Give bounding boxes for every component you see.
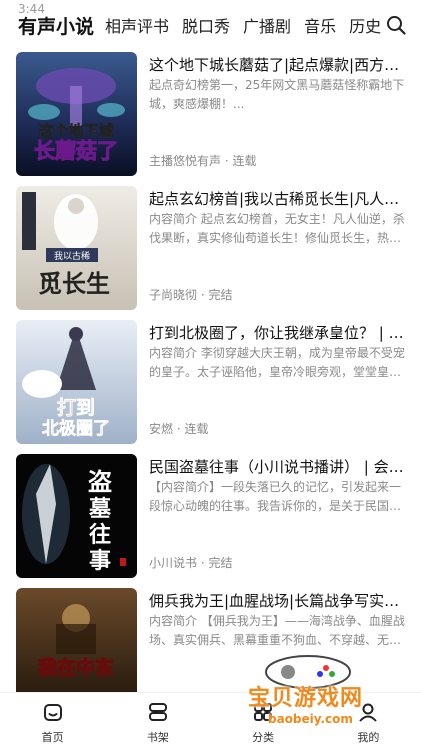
tab-crosstalk[interactable]: 相声评书 (105, 13, 169, 37)
tab-talk-show[interactable]: 脱口秀 (182, 13, 230, 37)
list-item[interactable]: 我以古稀 觅长生 起点玄幻榜首|我以古稀觅长生|凡人仙逆... 内容简介 起点玄… (16, 186, 409, 310)
book-meta: 主播悠悦有声 · 连载 (149, 154, 257, 168)
svg-text:长蘑菇了: 长蘑菇了 (34, 139, 118, 163)
svg-text:墓: 墓 (88, 496, 112, 522)
bottom-nav-label: 首页 (41, 731, 64, 744)
book-meta: 子尚晓彻 · 完结 (149, 288, 233, 302)
book-description: 【内容简介】一段失落已久的记忆，引发起来一段惊心动魄的往事。我告诉你的，是关于民… (149, 480, 402, 513)
book-description: 内容简介 李彻穿越大庆王朝，成为皇帝最不受宠的皇子。太子诬陷他，皇帝冷眼旁观，堂… (149, 346, 405, 379)
svg-text:这个地下城: 这个地下城 (38, 122, 113, 140)
bottom-nav-label: 书架 (146, 731, 169, 744)
book-description: 内容简介 【佣兵我为王】——海湾战争、血腥战场、真实佣兵、黑幕重重不狗血、不穿越… (149, 614, 405, 647)
svg-text:觅长生: 觅长生 (38, 269, 110, 298)
tab-music[interactable]: 音乐 (304, 13, 336, 37)
svg-text:事: 事 (89, 548, 111, 574)
svg-text:往: 往 (89, 522, 111, 548)
list-item[interactable]: 打到 北极圈了 打到北极圈了，你让我继承皇位？ | 历... 内容简介 李彻穿越… (16, 320, 409, 444)
tab-history[interactable]: 历史 (349, 13, 381, 37)
svg-text:盗: 盗 (88, 467, 112, 496)
book-cover: 这个地下城 长蘑菇了 (16, 52, 137, 176)
watermark: 宝贝游戏网 baobeiy.com (238, 650, 388, 748)
book-description: 起点奇幻榜第一，25年网文黑马蘑菇怪称霸地下城，爽感爆棚！... (149, 78, 405, 111)
book-title[interactable]: 民国盗墓往事（小川说书播讲） | 会员... (149, 456, 409, 477)
bottom-nav-home[interactable]: 首页 (0, 693, 105, 750)
svg-text:北极圈了: 北极圈了 (42, 419, 110, 439)
watermark-url: baobeiy.com (268, 712, 353, 726)
bookshelf-icon (147, 701, 169, 723)
book-title[interactable]: 这个地下城长蘑菇了|起点爆款|西方奇幻... (149, 54, 409, 75)
list-item[interactable]: 这个地下城 长蘑菇了 这个地下城长蘑菇了|起点爆款|西方奇幻... 起点奇幻榜第… (16, 52, 409, 176)
book-cover: 我以古稀 觅长生 (16, 186, 137, 310)
list-item[interactable]: 盗 墓 往 事 民国盗墓往事（小川说书播讲） | 会员... 【内容简介】一段失… (16, 454, 409, 578)
category-tab-bar: 有声小说 相声评书 脱口秀 广播剧 音乐 历史 (0, 8, 421, 42)
tab-radio-drama[interactable]: 广播剧 (243, 13, 291, 37)
book-cover: 我在中东 (16, 588, 137, 692)
svg-text:我以古稀: 我以古稀 (54, 250, 90, 262)
svg-text:打到: 打到 (57, 396, 95, 419)
book-title[interactable]: 打到北极圈了，你让我继承皇位？ | 历... (149, 322, 409, 343)
watermark-text: 宝贝游戏网 (248, 686, 364, 711)
book-meta: 小川说书 · 完结 (149, 556, 233, 570)
home-icon (42, 701, 64, 723)
book-title[interactable]: 佣兵我为王|血腥战场|长篇战争写实巨著... (149, 590, 409, 611)
bottom-nav-bookshelf[interactable]: 书架 (105, 693, 210, 750)
tab-audio-novels[interactable]: 有声小说 (18, 12, 94, 39)
book-cover: 打到 北极圈了 (16, 320, 137, 444)
svg-text:我在中东: 我在中东 (38, 656, 114, 679)
book-cover: 盗 墓 往 事 (16, 454, 137, 578)
book-description: 内容简介 起点玄幻榜首，无女主！凡人仙逆，杀伐果断，真实修仙苟道长生！修仙觅长生… (149, 212, 405, 245)
book-title[interactable]: 起点玄幻榜首|我以古稀觅长生|凡人仙逆... (149, 188, 409, 209)
book-list: 这个地下城 长蘑菇了 这个地下城长蘑菇了|起点爆款|西方奇幻... 起点奇幻榜第… (0, 52, 421, 692)
search-icon[interactable] (385, 14, 407, 36)
book-meta: 安燃 · 连载 (149, 422, 209, 436)
